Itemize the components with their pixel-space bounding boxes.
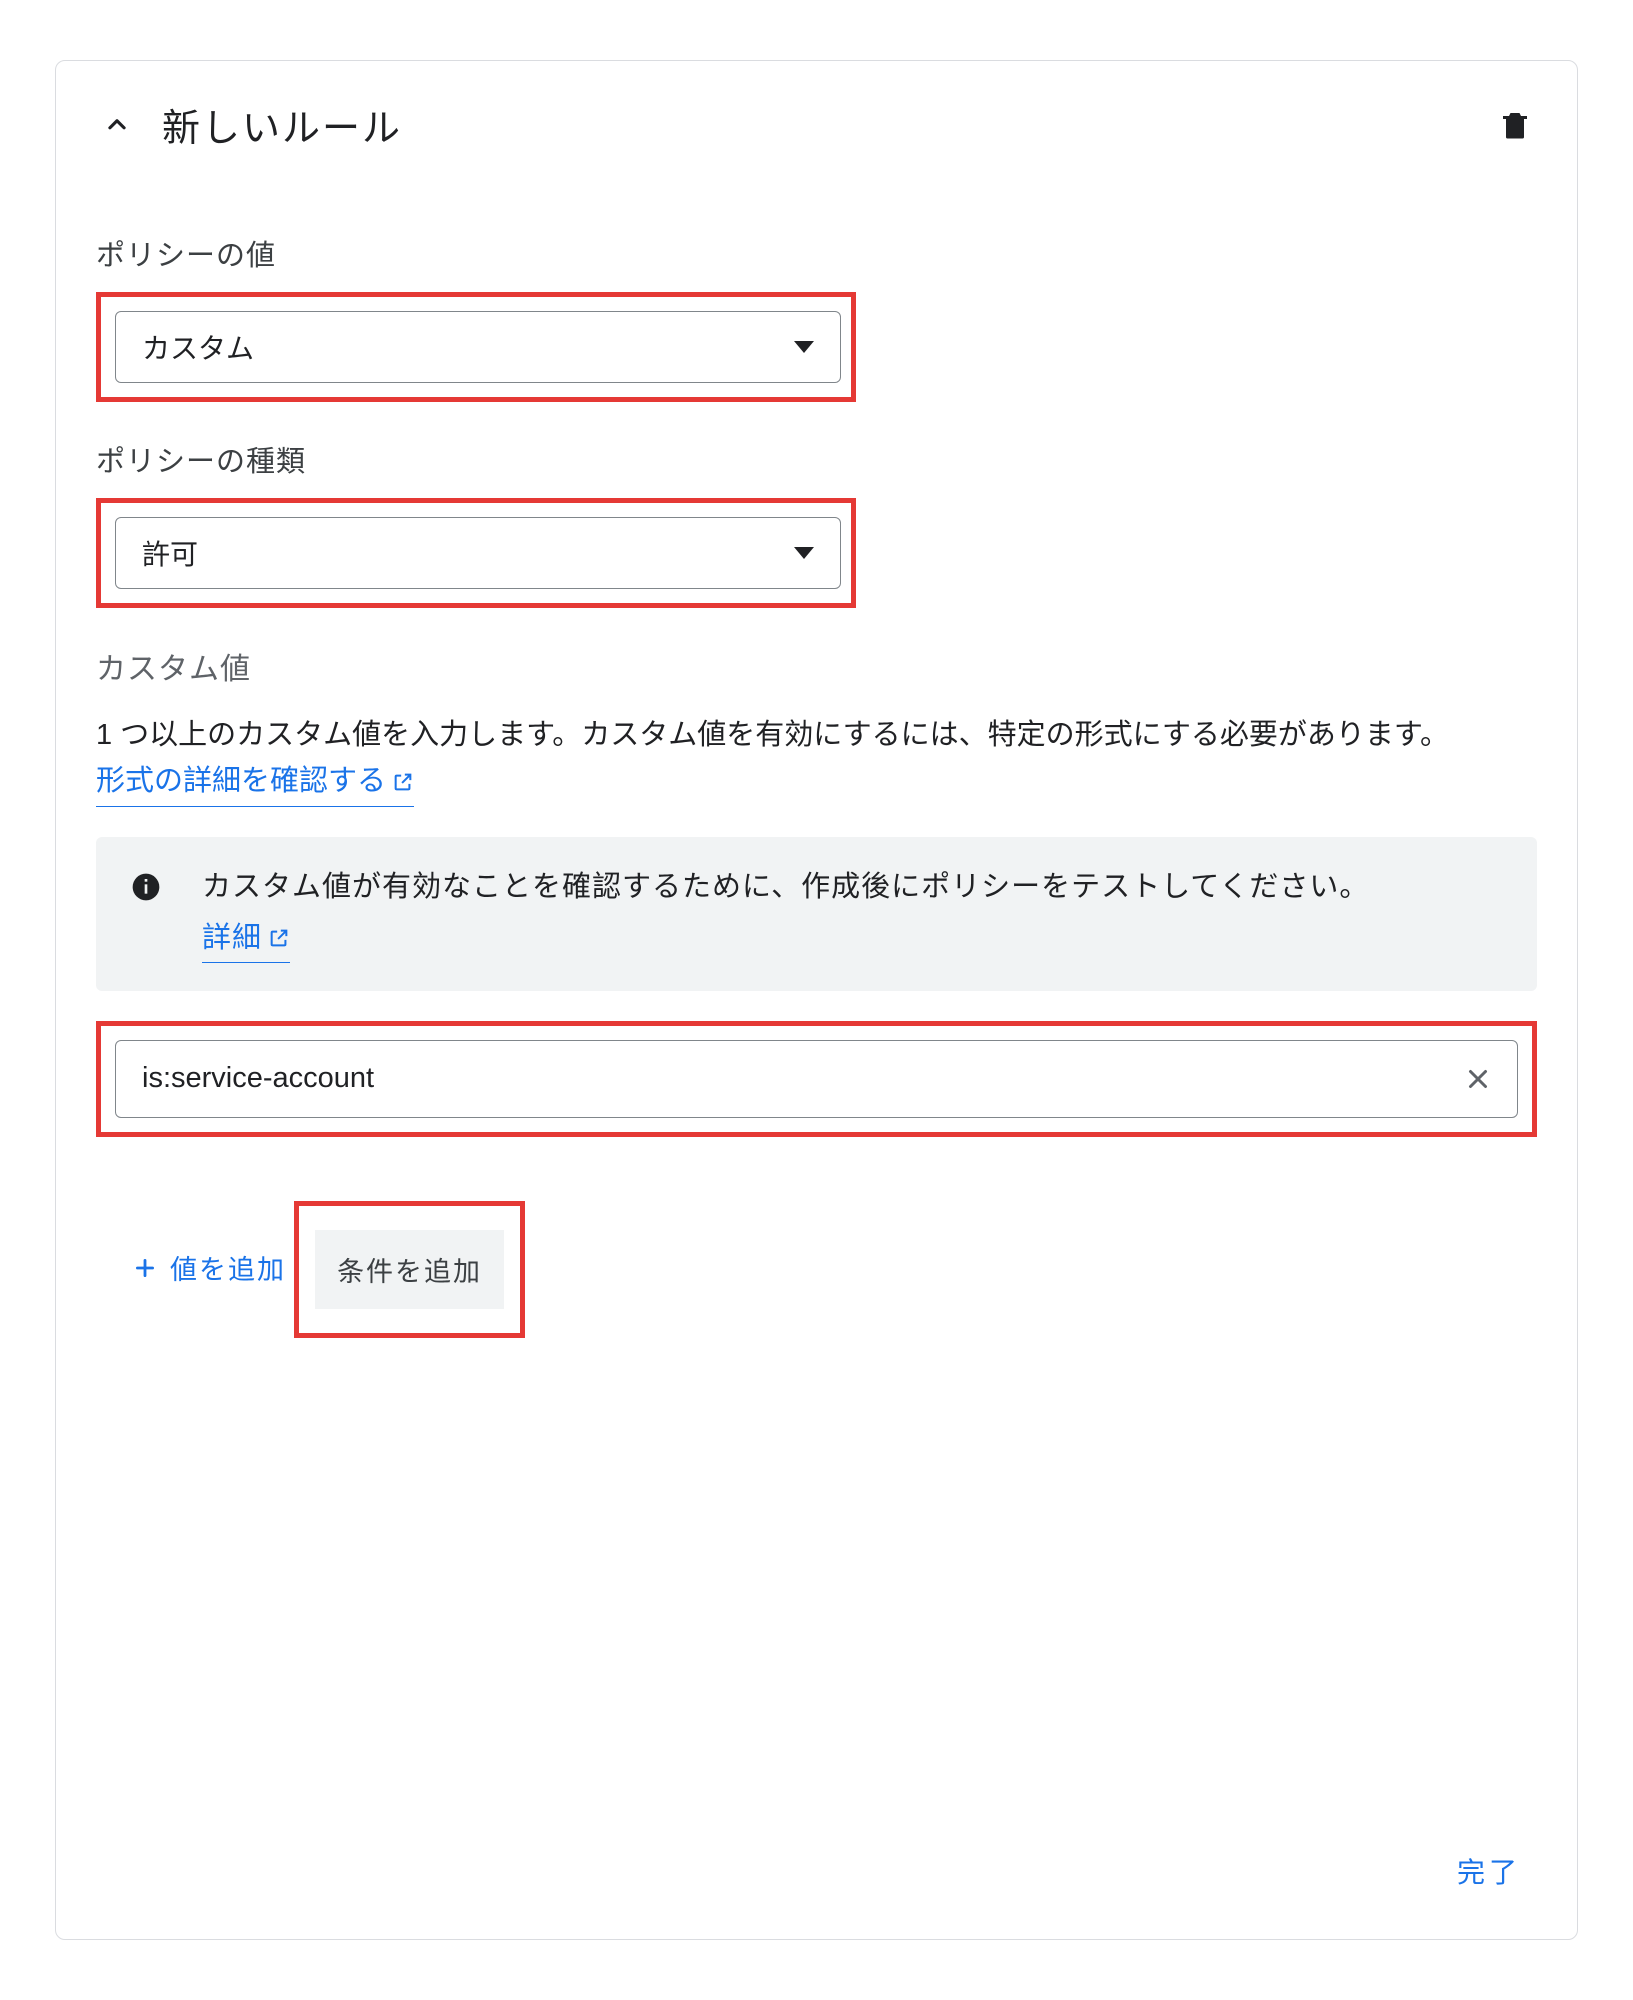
add-condition-button[interactable]: 条件を追加 bbox=[315, 1230, 504, 1309]
policy-type-select[interactable]: 許可 bbox=[115, 517, 841, 589]
info-text: カスタム値が有効なことを確認するために、作成後にポリシーをテストしてください。 bbox=[202, 865, 1369, 910]
delete-button[interactable] bbox=[1493, 103, 1537, 147]
info-details-link[interactable]: 詳細 bbox=[202, 916, 290, 963]
policy-value-block: ポリシーの値 カスタム bbox=[96, 232, 1537, 402]
policy-type-selected: 許可 bbox=[142, 533, 198, 573]
done-button[interactable]: 完了 bbox=[1457, 1851, 1521, 1891]
clear-value-button[interactable] bbox=[1459, 1060, 1497, 1098]
custom-value-input[interactable] bbox=[142, 1062, 1459, 1095]
dropdown-arrow-icon bbox=[794, 340, 814, 354]
info-icon-wrap bbox=[130, 871, 162, 963]
custom-values-description: 1 つ以上のカスタム値を入力します。カスタム値を有効にするには、特定の形式にする… bbox=[96, 719, 1449, 751]
add-value-label: 値を追加 bbox=[170, 1248, 286, 1287]
policy-value-selected: カスタム bbox=[142, 327, 254, 367]
info-box: カスタム値が有効なことを確認するために、作成後にポリシーをテストしてください。 … bbox=[96, 837, 1537, 991]
custom-values-help: 1 つ以上のカスタム値を入力します。カスタム値を有効にするには、特定の形式にする… bbox=[96, 712, 1537, 807]
policy-value-label: ポリシーの値 bbox=[96, 232, 1537, 274]
plus-icon bbox=[132, 1255, 158, 1281]
format-details-link-text: 形式の詳細を確認する bbox=[96, 758, 386, 804]
custom-value-row bbox=[115, 1040, 1518, 1118]
dropdown-arrow-icon bbox=[794, 546, 814, 560]
close-icon bbox=[1463, 1064, 1493, 1094]
policy-type-label: ポリシーの種類 bbox=[96, 438, 1537, 480]
custom-values-title: カスタム値 bbox=[96, 644, 1537, 688]
info-body: カスタム値が有効なことを確認するために、作成後にポリシーをテストしてください。 … bbox=[202, 865, 1369, 963]
external-link-icon bbox=[392, 771, 414, 793]
external-link-icon bbox=[268, 927, 290, 949]
trash-icon bbox=[1497, 107, 1533, 143]
highlight-policy-value: カスタム bbox=[96, 292, 856, 402]
info-details-link-text: 詳細 bbox=[202, 916, 262, 961]
policy-value-select[interactable]: カスタム bbox=[115, 311, 841, 383]
header-left: 新しいルール bbox=[96, 97, 402, 152]
highlight-custom-value-input bbox=[96, 1021, 1537, 1137]
collapse-button[interactable] bbox=[96, 104, 138, 146]
format-details-link[interactable]: 形式の詳細を確認する bbox=[96, 758, 414, 806]
policy-type-block: ポリシーの種類 許可 bbox=[96, 438, 1537, 608]
highlight-policy-type: 許可 bbox=[96, 498, 856, 608]
info-icon bbox=[130, 871, 162, 903]
add-value-button[interactable]: 値を追加 bbox=[132, 1248, 286, 1287]
highlight-add-condition: 条件を追加 bbox=[294, 1201, 525, 1338]
panel-header: 新しいルール bbox=[96, 97, 1537, 152]
rule-panel: 新しいルール ポリシーの値 カスタム ポリシーの種類 許可 カスタム値 1 つ以… bbox=[55, 60, 1578, 1940]
chevron-up-icon bbox=[100, 108, 134, 142]
panel-title: 新しいルール bbox=[162, 97, 402, 152]
